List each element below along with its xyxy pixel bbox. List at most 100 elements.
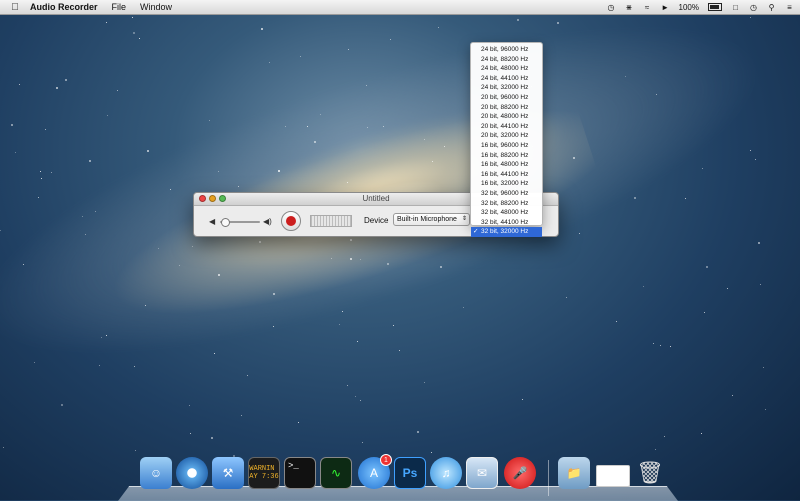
star	[314, 140, 317, 143]
format-option-label: 20 bit, 88200 Hz	[481, 103, 529, 111]
format-option[interactable]: 32 bit, 48000 Hz	[471, 208, 542, 218]
format-option[interactable]: 32 bit, 88200 Hz	[471, 199, 542, 209]
format-option-label: 32 bit, 44100 Hz	[481, 218, 529, 226]
notification-center-icon[interactable]: ≡	[785, 3, 794, 12]
volume-slider-knob[interactable]	[221, 218, 230, 227]
star	[439, 265, 442, 268]
format-option[interactable]: 20 bit, 88200 Hz	[471, 103, 542, 113]
star	[759, 284, 761, 286]
star	[277, 170, 280, 173]
format-option[interactable]: ✓ 32 bit, 32000 Hz	[471, 227, 542, 237]
format-option[interactable]: 24 bit, 48000 Hz	[471, 64, 542, 74]
star	[258, 240, 261, 243]
photoshop-icon[interactable]: Ps	[394, 457, 426, 489]
menu-file[interactable]: File	[112, 2, 127, 12]
star	[284, 126, 286, 128]
folder-icon[interactable]: 📁	[558, 457, 590, 489]
star	[763, 367, 765, 369]
star	[134, 449, 136, 451]
trash-icon[interactable]: 🗑	[634, 457, 666, 489]
format-option[interactable]: 32 bit, 44100 Hz	[471, 218, 542, 228]
xcode-icon[interactable]: ⚒	[212, 457, 244, 489]
format-option-label: 32 bit, 88200 Hz	[481, 199, 529, 207]
format-option-label: 24 bit, 88200 Hz	[481, 55, 529, 63]
menu-window[interactable]: Window	[140, 2, 172, 12]
format-option[interactable]: 24 bit, 96000 Hz	[471, 45, 542, 55]
clock-icon[interactable]: ◷	[749, 3, 758, 12]
dock-separator	[548, 460, 549, 496]
format-option[interactable]: 20 bit, 44100 Hz	[471, 122, 542, 132]
format-option[interactable]: 32 bit, 96000 Hz	[471, 189, 542, 199]
format-option[interactable]: 16 bit, 32000 Hz	[471, 179, 542, 189]
finder-icon[interactable]: ☺	[140, 457, 172, 489]
star	[382, 126, 384, 128]
wallpaper-stars	[0, 0, 800, 500]
star	[659, 344, 661, 346]
audio-recorder-icon[interactable]: 🎤	[504, 457, 536, 489]
star	[179, 264, 181, 266]
record-button[interactable]	[281, 211, 301, 231]
format-option[interactable]: 24 bit, 32000 Hz	[471, 83, 542, 93]
star	[438, 26, 440, 28]
volume-icon[interactable]: ►	[661, 3, 670, 12]
spotlight-icon[interactable]: ⚲	[767, 3, 776, 12]
star	[241, 415, 243, 417]
wifi-icon[interactable]: ≈	[643, 3, 652, 12]
star	[319, 114, 321, 116]
format-option[interactable]: 16 bit, 96000 Hz	[471, 141, 542, 151]
console-icon[interactable]: WARNIN AY 7:36	[248, 457, 280, 489]
format-option[interactable]: 16 bit, 48000 Hz	[471, 160, 542, 170]
format-option[interactable]: 16 bit, 44100 Hz	[471, 170, 542, 180]
star	[347, 49, 349, 51]
format-option-label: 24 bit, 44100 Hz	[481, 74, 529, 82]
star	[272, 325, 274, 327]
format-option[interactable]: 20 bit, 96000 Hz	[471, 93, 542, 103]
time-machine-icon[interactable]: ◷	[607, 3, 616, 12]
star	[0, 230, 2, 232]
window-thumbnail[interactable]	[596, 465, 630, 487]
star	[350, 238, 353, 241]
star	[463, 306, 465, 308]
menu-app-name[interactable]: Audio Recorder	[30, 2, 98, 12]
star	[572, 156, 575, 159]
format-option-label: 24 bit, 48000 Hz	[481, 65, 529, 73]
star	[367, 126, 369, 128]
star	[218, 171, 220, 173]
star	[754, 158, 756, 160]
battery-icon[interactable]	[708, 3, 722, 11]
terminal-icon[interactable]: >_	[284, 457, 316, 489]
format-option-label: 16 bit, 48000 Hz	[481, 161, 529, 169]
format-option[interactable]: 16 bit, 88200 Hz	[471, 151, 542, 161]
user-icon[interactable]: □	[731, 3, 740, 12]
star	[208, 120, 210, 122]
format-option[interactable]: 24 bit, 44100 Hz	[471, 74, 542, 84]
apple-icon[interactable]: 	[6, 2, 24, 13]
star	[19, 83, 21, 85]
activity-monitor-icon[interactable]: ∿	[320, 457, 352, 489]
photoshop-label: Ps	[402, 466, 418, 480]
device-select[interactable]: Built-in Microphone ⇕	[393, 213, 470, 226]
device-label: Device	[364, 216, 389, 225]
star	[424, 381, 426, 383]
star	[355, 396, 357, 398]
bluetooth-icon[interactable]: ⋇	[625, 3, 634, 12]
star	[663, 435, 665, 437]
volume-slider[interactable]	[220, 218, 260, 227]
star	[624, 76, 626, 78]
star	[387, 262, 390, 265]
format-option[interactable]: 20 bit, 32000 Hz	[471, 131, 542, 141]
star	[84, 234, 86, 236]
format-option-label: 16 bit, 96000 Hz	[481, 141, 529, 149]
format-option[interactable]: 20 bit, 48000 Hz	[471, 112, 542, 122]
star	[10, 123, 13, 126]
star	[424, 138, 426, 140]
star	[246, 375, 248, 377]
format-option[interactable]: 24 bit, 88200 Hz	[471, 55, 542, 65]
itunes-icon[interactable]: ♫	[430, 457, 462, 489]
checkmark-icon: ✓	[473, 228, 479, 236]
star	[218, 273, 221, 276]
safari-icon[interactable]: ✦	[176, 457, 208, 489]
mail-icon[interactable]: ✉	[466, 457, 498, 489]
app-store-icon[interactable]: A 1	[358, 454, 392, 489]
star	[95, 211, 97, 213]
